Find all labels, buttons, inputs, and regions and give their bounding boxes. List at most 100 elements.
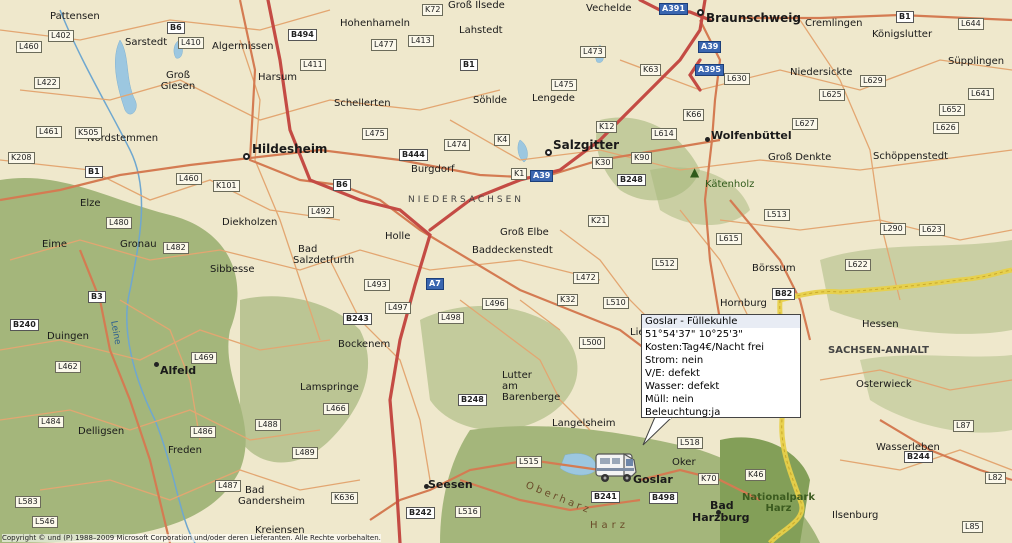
place-label: Lahstedt: [459, 25, 503, 36]
road-shield: L497: [385, 302, 411, 314]
road-shield: B444: [399, 149, 428, 161]
road-shield: B82: [772, 288, 796, 300]
road-shield: L486: [190, 426, 216, 438]
road-shield: B494: [288, 29, 317, 41]
region-label-sachsen-anhalt: SACHSEN-ANHALT: [828, 345, 929, 356]
road-shield: K101: [213, 180, 240, 192]
camper-icon: [595, 452, 637, 482]
place-label: Algermissen: [212, 41, 274, 52]
road-shield: L625: [819, 89, 845, 101]
popup-coordinates: 51°54'37" 10°25'3": [645, 329, 743, 340]
road-shield: L622: [845, 259, 871, 271]
tree-icon: ▲: [690, 165, 700, 179]
place-label: Ilsenburg: [832, 510, 879, 521]
place-label-goslar: Goslar: [633, 473, 673, 486]
place-label-hildesheim: Hildesheim: [252, 142, 328, 156]
road-shield: K208: [8, 152, 35, 164]
road-shield: L460: [176, 173, 202, 185]
place-label: Freden: [168, 445, 202, 456]
road-shield: L410: [178, 37, 204, 49]
place-label: Bad: [245, 485, 265, 496]
road-shield: B244: [904, 451, 933, 463]
alfeld-marker: [154, 362, 159, 367]
place-label-braunschweig: Braunschweig: [706, 11, 801, 25]
road-shield: B3: [88, 291, 106, 303]
road-shield: L492: [308, 206, 334, 218]
copyright-notice: Copyright © und (P) 1988–2009 Microsoft …: [2, 534, 381, 542]
place-label: Sarstedt: [125, 37, 168, 48]
road-shield: L498: [438, 312, 464, 324]
place-label: Schöppenstedt: [873, 151, 949, 162]
popup-waste: Müll: nein: [645, 394, 694, 405]
road-shield: L462: [55, 361, 81, 373]
place-label: Bockenem: [338, 339, 391, 350]
place-label: Groß Elbe: [500, 227, 549, 238]
place-label: Hohenhameln: [340, 18, 410, 29]
road-shield: L614: [651, 128, 677, 140]
road-shield: L630: [724, 73, 750, 85]
road-shield: L627: [792, 118, 818, 130]
road-shield: L641: [968, 88, 994, 100]
place-label: Schellerten: [334, 98, 391, 109]
place-label: Eime: [42, 239, 67, 250]
autobahn-shield: A39: [530, 170, 554, 182]
road-shield: B1: [896, 11, 914, 23]
place-label-forest: Kätenholz: [705, 179, 755, 190]
road-shield: L461: [36, 126, 62, 138]
road-shield: L482: [163, 242, 189, 254]
place-label: Groß Ilsede: [448, 0, 505, 11]
popup-power: Strom: nein: [645, 355, 704, 366]
road-shield: L480: [106, 217, 132, 229]
road-shield: B241: [591, 491, 620, 503]
road-shield: B6: [333, 179, 351, 191]
road-shield: L500: [579, 337, 605, 349]
road-shield: L489: [292, 447, 318, 459]
place-label-bad-harzburg: Bad: [710, 499, 734, 512]
map[interactable]: Pattensen Sarstedt Algermissen Hohenhame…: [0, 0, 1012, 543]
road-shield: L623: [919, 224, 945, 236]
place-label: Groß Giesen: [160, 70, 196, 92]
road-shield: L546: [32, 516, 58, 528]
road-shield: B243: [343, 313, 372, 325]
autobahn-shield: A39: [698, 41, 722, 53]
popup-water: Wasser: defekt: [645, 381, 720, 392]
place-label: Süpplingen: [948, 56, 1005, 67]
road-shield: K46: [745, 469, 767, 481]
place-label: am: [502, 381, 518, 392]
road-shield: L411: [300, 59, 326, 71]
popup-supply-disposal: V/E: defekt: [645, 368, 700, 379]
place-label: Osterwieck: [856, 379, 912, 390]
road-shield: L644: [958, 18, 984, 30]
place-label: Holle: [385, 231, 411, 242]
road-shield: K636: [331, 492, 358, 504]
place-label-bad-harzburg: Harzburg: [692, 511, 750, 524]
road-shield: B1: [85, 166, 103, 178]
road-shield: K12: [596, 121, 618, 133]
popup-lighting: Beleuchtung:ja: [645, 407, 721, 418]
road-shield: L652: [939, 104, 965, 116]
popup-title: Goslar - Füllekuhle: [642, 315, 800, 328]
road-shield: K90: [631, 152, 653, 164]
road-shield: K4: [494, 134, 511, 146]
place-label-wolfenbuettel: Wolfenbüttel: [711, 129, 792, 142]
road-shield: L82: [985, 472, 1006, 484]
road-shield: L583: [15, 496, 41, 508]
place-label: Delligsen: [78, 426, 125, 437]
road-shield: L402: [48, 30, 74, 42]
road-shield: L460: [16, 41, 42, 53]
autobahn-shield: A395: [695, 64, 724, 76]
place-label: Sibbesse: [210, 264, 255, 275]
place-label: Diekholzen: [222, 217, 278, 228]
road-shield: L469: [191, 352, 217, 364]
road-shield: B498: [649, 492, 678, 504]
road-shield: L629: [860, 75, 886, 87]
nationalpark-label: Nationalpark Harz: [742, 492, 815, 514]
place-label: Salzdetfurth: [293, 255, 355, 266]
place-label: Börssum: [752, 263, 796, 274]
road-shield: L496: [482, 298, 508, 310]
road-shield: L513: [764, 209, 790, 221]
road-shield: K32: [557, 294, 579, 306]
road-shield: L474: [444, 139, 470, 151]
place-label: Harsum: [258, 72, 298, 83]
place-label: Hornburg: [720, 298, 767, 309]
